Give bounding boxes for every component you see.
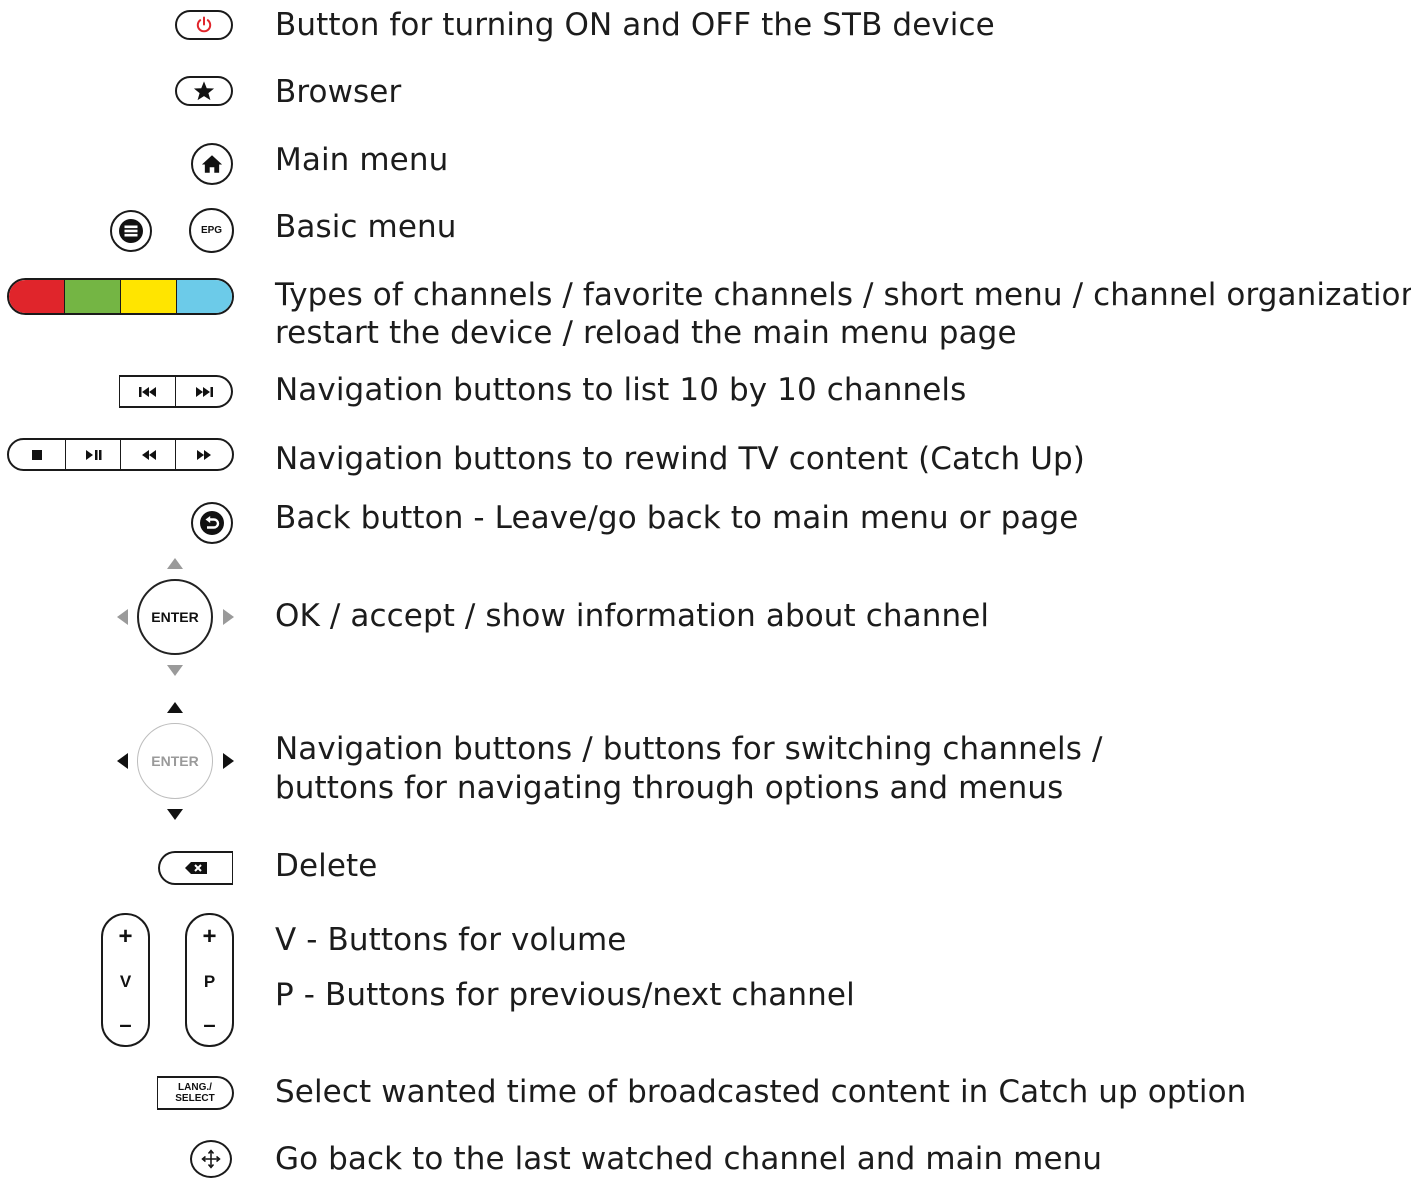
channel-description: P - Buttons for previous/next channel — [275, 977, 855, 1013]
last-channel-description: Go back to the last watched channel and … — [275, 1141, 1103, 1177]
channel-p-label: P — [203, 972, 216, 991]
channel-rocker-icon: + P – — [185, 913, 234, 1047]
color-buttons-description-line2: restart the device / reload the main men… — [275, 315, 1017, 351]
enter-label: ENTER — [151, 609, 199, 625]
power-button-icon — [175, 10, 233, 40]
enter-ok-icon: ENTER — [137, 579, 213, 655]
blue-button — [177, 280, 232, 313]
nav-right-arrow-icon — [223, 753, 234, 769]
volume-v-label: V — [119, 972, 132, 991]
up-arrow-icon — [167, 558, 183, 569]
home-icon — [201, 155, 223, 173]
playback-buttons-icon — [7, 438, 234, 471]
star-icon — [193, 81, 215, 101]
power-description: Button for turning ON and OFF the STB de… — [275, 7, 995, 43]
enter-ok-description: OK / accept / show information about cha… — [275, 598, 990, 634]
epg-label: EPG — [200, 225, 223, 236]
menu-icon — [119, 219, 143, 243]
volume-minus-label: – — [119, 1012, 132, 1037]
back-icon — [200, 511, 224, 535]
menu-button-icon — [110, 210, 152, 252]
channel-plus-label: + — [202, 923, 217, 950]
nav-left-arrow-icon — [117, 753, 128, 769]
play-pause-icon — [65, 440, 121, 469]
navigation-description-line2: buttons for navigating through options a… — [275, 770, 1064, 806]
red-button — [9, 280, 65, 313]
last-channel-icon — [201, 1149, 221, 1169]
basic-menu-description: Basic menu — [275, 209, 457, 245]
select-label: SELECT — [175, 1093, 215, 1104]
down-arrow-icon — [167, 665, 183, 676]
skip-buttons-icon — [119, 375, 233, 408]
delete-description: Delete — [275, 848, 378, 884]
nav-down-arrow-icon — [167, 809, 183, 820]
epg-button-icon: EPG — [189, 208, 234, 253]
power-icon — [196, 16, 212, 33]
delete-button-icon — [158, 851, 233, 885]
stop-icon — [9, 440, 65, 469]
volume-rocker-icon: + V – — [101, 913, 150, 1047]
back-description: Back button - Leave/go back to main menu… — [275, 500, 1079, 536]
channel-minus-label: – — [203, 1012, 216, 1037]
browser-description: Browser — [275, 74, 402, 110]
enter-nav-label: ENTER — [151, 753, 199, 769]
color-buttons-description-line1: Types of channels / favorite channels / … — [275, 277, 1411, 313]
color-buttons-icon — [7, 278, 234, 315]
right-arrow-icon — [223, 609, 234, 625]
skip-previous-icon — [120, 377, 175, 406]
last-channel-button-icon — [190, 1140, 232, 1178]
nav-up-arrow-icon — [167, 702, 183, 713]
lang-label: LANG./ — [178, 1082, 212, 1093]
navigation-description-line1: Navigation buttons / buttons for switchi… — [275, 731, 1103, 767]
left-arrow-icon — [117, 609, 128, 625]
skip-buttons-description: Navigation buttons to list 10 by 10 chan… — [275, 372, 967, 408]
back-button-icon — [191, 502, 233, 544]
enter-navigation-icon: ENTER — [137, 723, 213, 799]
delete-icon — [185, 862, 207, 874]
yellow-button — [121, 280, 177, 313]
rewind-icon — [120, 440, 176, 469]
lang-select-description: Select wanted time of broadcasted conten… — [275, 1074, 1247, 1110]
volume-description: V - Buttons for volume — [275, 922, 627, 958]
skip-next-icon — [175, 377, 231, 406]
green-button — [65, 280, 121, 313]
main-menu-description: Main menu — [275, 142, 449, 178]
volume-plus-label: + — [118, 923, 133, 950]
fast-forward-icon — [175, 440, 232, 469]
home-button-icon — [191, 143, 233, 185]
browser-button-icon — [175, 76, 233, 106]
lang-select-icon: LANG./ SELECT — [157, 1076, 234, 1110]
playback-buttons-description: Navigation buttons to rewind TV content … — [275, 441, 1086, 477]
